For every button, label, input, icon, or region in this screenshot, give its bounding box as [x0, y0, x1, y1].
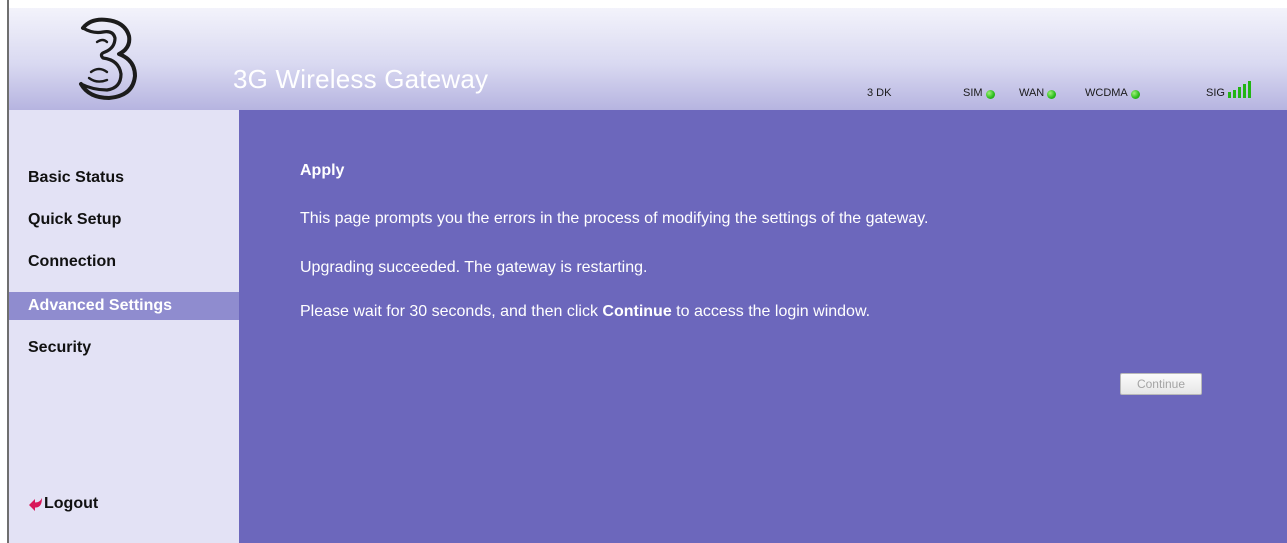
logout-label: Logout — [44, 495, 99, 512]
network-label: 3 DK — [867, 87, 892, 99]
wan-status: WAN — [1019, 87, 1057, 99]
status-bar: 3 DK SIM WAN WCDMA SIG — [9, 81, 1287, 103]
wait-text-suffix: to access the login window. — [671, 303, 871, 320]
sig-label: SIG — [1206, 87, 1225, 99]
page-title: Apply — [300, 162, 345, 179]
wait-text-prefix: Please wait for 30 seconds, and then cli… — [300, 303, 603, 320]
sidebar-item-quick-setup[interactable]: Quick Setup — [9, 206, 239, 234]
sidebar-item-advanced-settings[interactable]: Advanced Settings — [9, 292, 239, 320]
logout-arrow-icon — [29, 498, 42, 511]
continue-button[interactable]: Continue — [1120, 373, 1202, 395]
info-text-wait-instruction: Please wait for 30 seconds, and then cli… — [300, 303, 870, 321]
sidebar: Basic Status Quick Setup Connection Adva… — [9, 110, 239, 543]
wan-label: WAN — [1019, 87, 1045, 99]
wcdma-status: WCDMA — [1085, 87, 1140, 99]
sim-label: SIM — [963, 87, 983, 99]
header: 3G Wireless Gateway 3 DK SIM WAN WCDMA S… — [9, 8, 1287, 110]
sim-status: SIM — [963, 87, 995, 99]
main-content: Apply This page prompts you the errors i… — [239, 110, 1287, 543]
info-text-upgrade-status: Upgrading succeeded. The gateway is rest… — [300, 259, 648, 276]
wcdma-indicator-icon — [1130, 89, 1140, 99]
logout-link[interactable]: Logout — [28, 495, 98, 513]
sidebar-item-security[interactable]: Security — [9, 334, 239, 362]
signal-status: SIG — [1206, 81, 1251, 99]
wcdma-label: WCDMA — [1085, 87, 1128, 99]
info-text-errors: This page prompts you the errors in the … — [300, 210, 929, 227]
wan-indicator-icon — [1047, 89, 1057, 99]
signal-bars-icon — [1227, 81, 1251, 98]
network-name: 3 DK — [867, 87, 891, 99]
sidebar-item-basic-status[interactable]: Basic Status — [9, 164, 239, 192]
sim-indicator-icon — [985, 89, 995, 99]
wait-text-continue: Continue — [602, 303, 672, 320]
sidebar-item-connection[interactable]: Connection — [9, 248, 239, 276]
